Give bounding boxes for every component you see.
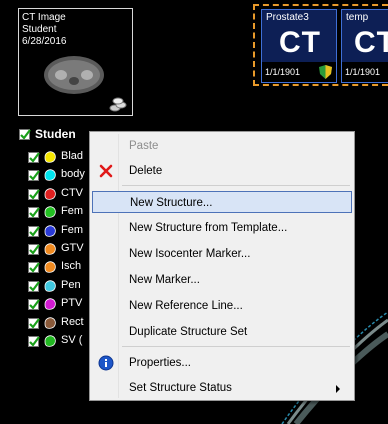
checkmark-icon	[29, 336, 40, 347]
submenu-arrow-icon	[336, 385, 340, 393]
checkmark-icon	[29, 244, 40, 255]
info-icon	[98, 355, 114, 371]
checkmark-icon	[29, 207, 40, 218]
menu-item-new-marker[interactable]: New Marker...	[92, 269, 352, 291]
series-name: temp	[346, 12, 369, 23]
structure-visibility-checkbox[interactable]	[28, 189, 40, 200]
series-date: 1/1/1901	[342, 62, 388, 82]
structure-color-icon	[44, 335, 56, 347]
structure-set-checkbox[interactable]	[19, 129, 31, 140]
structure-label: Pen	[61, 279, 81, 291]
thumbnail-date: 6/28/2016	[22, 36, 67, 47]
image-stack-icon	[109, 97, 127, 112]
structure-visibility-checkbox[interactable]	[28, 281, 40, 292]
structure-color-icon	[44, 243, 56, 255]
checkmark-icon	[29, 170, 40, 181]
series-modality: CT	[279, 26, 321, 59]
structure-color-icon	[44, 298, 56, 310]
series-name: Prostate3	[266, 12, 309, 23]
structure-visibility-checkbox[interactable]	[28, 152, 40, 163]
delete-x-icon	[99, 164, 113, 178]
series-tile-temp[interactable]: temp CT 1/1/1901	[341, 9, 388, 83]
structure-label: body	[61, 168, 85, 180]
menu-item-delete[interactable]: Delete	[92, 160, 352, 182]
menu-item-paste[interactable]: Paste	[92, 135, 352, 157]
structure-set-label[interactable]: Studen	[35, 127, 76, 141]
structure-label: GTV	[61, 242, 84, 254]
thumbnail-title: CT Image	[22, 12, 66, 23]
context-menu: Paste Delete New Structure... New Struct…	[89, 131, 355, 401]
ct-slice-preview-icon	[44, 56, 104, 94]
structure-label: Fem	[61, 205, 83, 217]
series-tile-prostate3[interactable]: Prostate3 CT 1/1/1901	[261, 9, 337, 83]
structure-label: CTV	[61, 187, 83, 199]
structure-color-icon	[44, 169, 56, 181]
menu-item-new-isocenter-marker[interactable]: New Isocenter Marker...	[92, 243, 352, 265]
thumbnail-user: Student	[22, 24, 57, 35]
structure-label: SV (	[61, 334, 83, 346]
structure-visibility-checkbox[interactable]	[28, 318, 40, 329]
menu-item-duplicate-structure-set[interactable]: Duplicate Structure Set	[92, 321, 352, 343]
checkmark-icon	[29, 189, 40, 200]
structure-color-icon	[44, 188, 56, 200]
image-thumbnail[interactable]: CT Image Student 6/28/2016	[18, 8, 133, 116]
series-strip: Prostate3 CT 1/1/1901 temp CT 1/1/1901	[253, 4, 388, 86]
checkmark-icon	[29, 299, 40, 310]
checkmark-icon	[29, 226, 40, 237]
structure-label: Rect	[61, 316, 84, 328]
menu-item-new-structure[interactable]: New Structure...	[92, 191, 352, 213]
menu-item-new-reference-line[interactable]: New Reference Line...	[92, 295, 352, 317]
structure-visibility-checkbox[interactable]	[28, 244, 40, 255]
structure-color-icon	[44, 151, 56, 163]
menu-item-properties[interactable]: Properties...	[92, 352, 352, 374]
checkmark-icon	[29, 318, 40, 329]
checkmark-icon	[29, 281, 40, 292]
menu-item-new-structure-from-template[interactable]: New Structure from Template...	[92, 217, 352, 239]
series-modality: CT	[354, 26, 388, 59]
structure-visibility-checkbox[interactable]	[28, 299, 40, 310]
checkmark-icon	[29, 152, 40, 163]
structure-visibility-checkbox[interactable]	[28, 207, 40, 218]
structure-color-icon	[44, 280, 56, 292]
structure-color-icon	[44, 225, 56, 237]
structure-visibility-checkbox[interactable]	[28, 170, 40, 181]
structure-visibility-checkbox[interactable]	[28, 262, 40, 273]
checkmark-icon	[29, 262, 40, 273]
structure-visibility-checkbox[interactable]	[28, 336, 40, 347]
checkmark-icon	[20, 129, 31, 140]
structure-label: Isch	[61, 260, 82, 272]
structure-color-icon	[44, 317, 56, 329]
shield-icon	[319, 65, 332, 79]
structure-label: Blad	[61, 150, 84, 162]
structure-color-icon	[44, 206, 56, 218]
structure-label: Fem	[61, 224, 83, 236]
structure-visibility-checkbox[interactable]	[28, 226, 40, 237]
structure-label: PTV	[61, 297, 83, 309]
menu-item-set-structure-status[interactable]: Set Structure Status	[92, 377, 352, 399]
structure-color-icon	[44, 261, 56, 273]
